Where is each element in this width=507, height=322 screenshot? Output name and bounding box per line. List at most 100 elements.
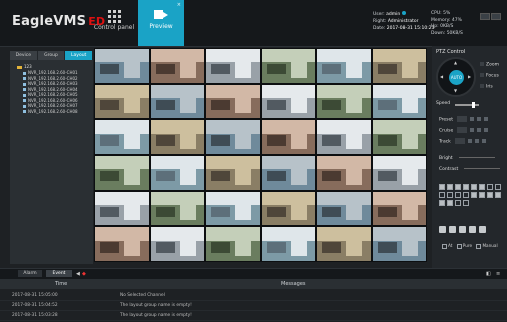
camera-tile[interactable]	[95, 191, 149, 226]
split-4-icon[interactable]	[447, 184, 453, 190]
camera-tile[interactable]	[372, 156, 426, 190]
edit-icon[interactable]	[477, 128, 482, 132]
contrast-slider[interactable]	[464, 168, 501, 169]
ptz-icon[interactable]	[449, 226, 456, 233]
camera-tile[interactable]	[150, 191, 204, 226]
export-log-icon[interactable]: ≡	[496, 271, 500, 277]
camera-tile[interactable]	[206, 84, 260, 119]
split-tall-icon[interactable]	[487, 192, 493, 198]
bright-slider[interactable]	[458, 157, 495, 158]
arrow-right-icon[interactable]: ▶	[468, 74, 471, 79]
camera-tile[interactable]	[317, 84, 371, 119]
camera-tile[interactable]	[261, 49, 315, 83]
tab-event[interactable]: Event	[46, 270, 72, 277]
camera-tile[interactable]	[95, 120, 149, 154]
play-icon[interactable]	[470, 128, 475, 132]
alert-icon[interactable]: ◆	[82, 271, 86, 277]
camera-tile[interactable]	[261, 120, 315, 154]
preview-tab[interactable]: × Preview	[138, 0, 184, 46]
camera-tile[interactable]	[95, 84, 149, 119]
camera-tile[interactable]	[150, 156, 204, 190]
exit-fullscreen-icon[interactable]	[463, 200, 469, 206]
camera-tile[interactable]	[261, 191, 315, 226]
camera-tile[interactable]	[261, 84, 315, 119]
split-25-icon[interactable]	[447, 192, 453, 198]
zoom-control[interactable]: Zoom	[480, 62, 499, 68]
tab-alarm[interactable]: Alarm	[18, 270, 42, 277]
split-1-icon[interactable]	[439, 184, 445, 190]
delete-icon[interactable]	[484, 128, 489, 132]
play-icon[interactable]	[467, 139, 472, 143]
split-seq-icon[interactable]	[447, 200, 453, 206]
camera-tile[interactable]	[95, 227, 149, 261]
tab-group[interactable]: Group	[37, 51, 66, 60]
arrow-up-icon[interactable]: ▲	[454, 60, 457, 65]
speed-slider[interactable]	[455, 104, 479, 106]
split-13-icon[interactable]	[487, 184, 493, 190]
camera-tile[interactable]	[317, 227, 371, 261]
auto-button[interactable]: AUTO	[449, 70, 464, 85]
audio-icon[interactable]	[469, 226, 476, 233]
arrow-down-icon[interactable]: ▼	[454, 88, 457, 93]
camera-tile[interactable]	[372, 191, 426, 226]
record-icon[interactable]	[459, 226, 466, 233]
split-wide-icon[interactable]	[479, 192, 485, 198]
delete-icon[interactable]	[481, 139, 486, 143]
tab-device[interactable]: Device	[10, 51, 38, 60]
minimize-button[interactable]	[480, 13, 490, 20]
tab-layout[interactable]: Layout	[65, 51, 94, 60]
camera-tile[interactable]	[372, 84, 426, 119]
track-select[interactable]	[454, 138, 465, 144]
delete-icon[interactable]	[484, 117, 489, 121]
camera-tile[interactable]	[317, 120, 371, 154]
edit-icon[interactable]	[477, 117, 482, 121]
close-preview-button[interactable]: ×	[177, 2, 181, 8]
camera-tile[interactable]	[372, 227, 426, 261]
split-full-icon[interactable]	[439, 200, 445, 206]
camera-tile[interactable]	[261, 156, 315, 190]
cruise-select[interactable]	[457, 127, 468, 133]
split-64-icon[interactable]	[463, 192, 469, 198]
table-row[interactable]: 2017-08-31 15:05:00 No Selected Channel	[0, 291, 507, 301]
split-10-icon[interactable]	[479, 184, 485, 190]
split-20-icon[interactable]	[439, 192, 445, 198]
iris-icon[interactable]	[480, 84, 484, 88]
preset-select[interactable]	[457, 116, 468, 122]
camera-tile[interactable]	[317, 49, 371, 83]
focus-icon[interactable]	[480, 73, 484, 77]
split-grid-icon[interactable]	[495, 192, 501, 198]
table-row[interactable]: 2017-08-31 15:03:28 The layout group name…	[0, 311, 507, 321]
camera-tile[interactable]	[317, 191, 371, 226]
arrow-left-icon[interactable]: ◀	[440, 74, 443, 79]
camera-tile[interactable]	[95, 49, 149, 83]
split-custom-icon[interactable]	[471, 192, 477, 198]
mode-checkbox[interactable]	[442, 243, 447, 249]
split-8-icon[interactable]	[463, 184, 469, 190]
split-36-icon[interactable]	[455, 192, 461, 198]
split-6-icon[interactable]	[455, 184, 461, 190]
close-window-button[interactable]	[491, 13, 501, 20]
camera-tile[interactable]	[261, 227, 315, 261]
sound-icon[interactable]: ◀	[76, 271, 80, 277]
mode-checkbox[interactable]	[476, 243, 482, 249]
camera-tile[interactable]	[150, 120, 204, 154]
snapshot-icon[interactable]	[439, 226, 446, 233]
camera-tile[interactable]	[206, 227, 260, 261]
camera-tile[interactable]	[150, 49, 204, 83]
split-9-icon[interactable]	[471, 184, 477, 190]
iris-control[interactable]: Iris	[480, 84, 493, 90]
camera-tile[interactable]	[317, 156, 371, 190]
tree-item[interactable]: NVR_192.168.2.60-CH08	[17, 109, 93, 115]
ptz-direction-pad[interactable]: ▲ ▼ ◀ ▶ AUTO	[436, 57, 476, 97]
camera-tile[interactable]	[150, 84, 204, 119]
focus-control[interactable]: Focus	[480, 73, 499, 79]
control-panel-button[interactable]: Control panel	[92, 6, 136, 44]
camera-tile[interactable]	[206, 49, 260, 83]
split-16-icon[interactable]	[495, 184, 501, 190]
camera-tile[interactable]	[150, 227, 204, 261]
camera-tile[interactable]	[372, 49, 426, 83]
camera-tile[interactable]	[206, 120, 260, 154]
camera-tile[interactable]	[95, 156, 149, 190]
mode-checkbox[interactable]	[456, 243, 462, 249]
clear-log-icon[interactable]: ◧	[486, 271, 491, 277]
